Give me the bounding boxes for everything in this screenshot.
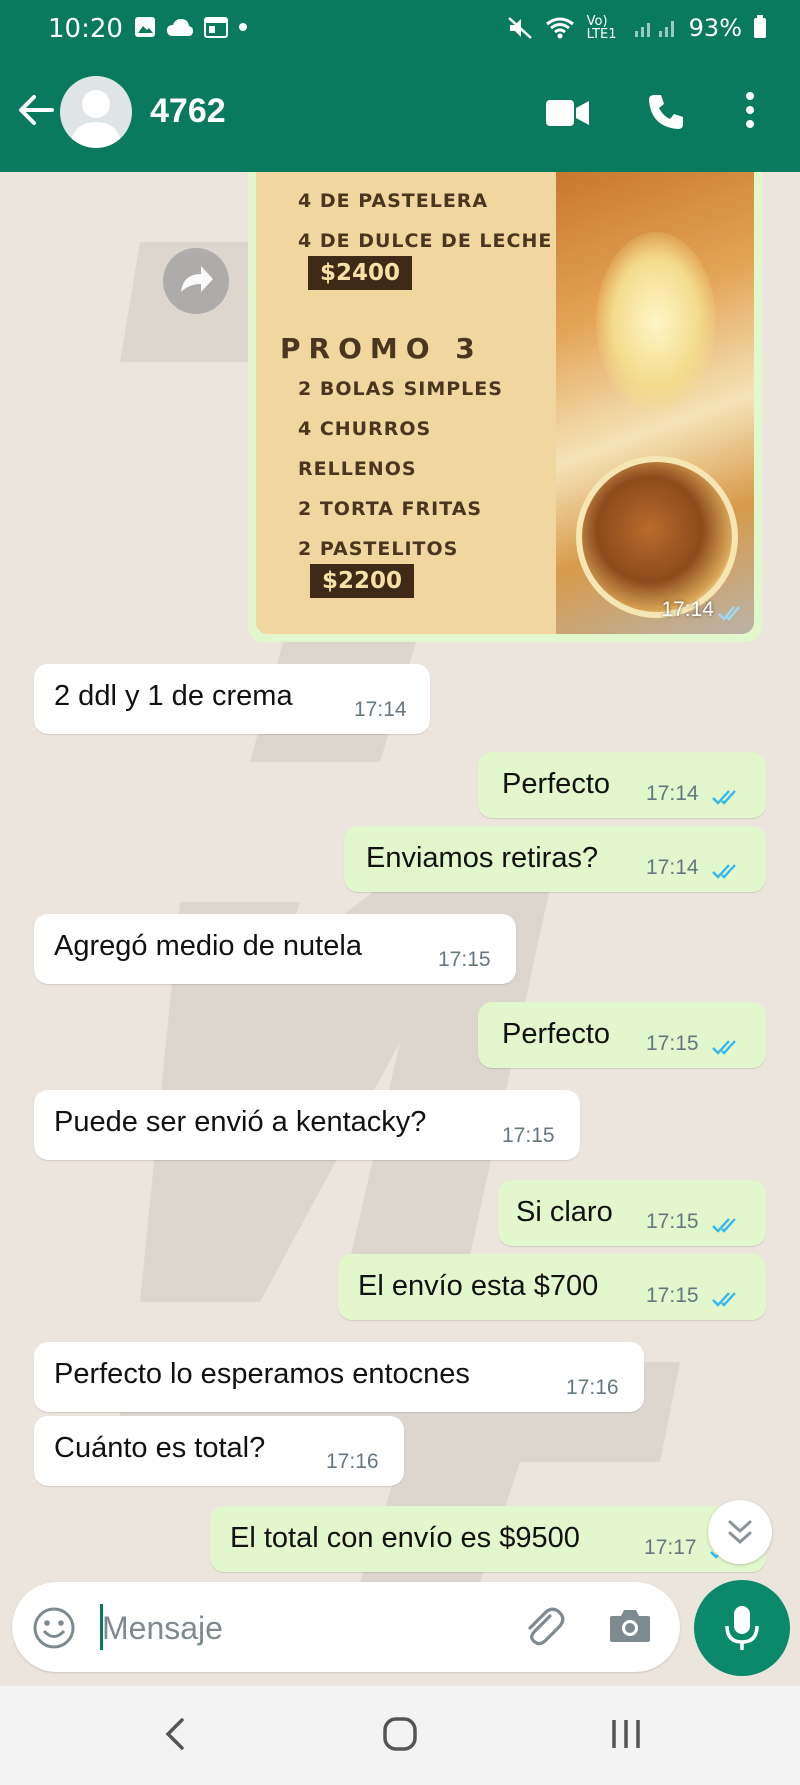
message-text: El total con envío es $9500 (230, 1522, 580, 1554)
promo-line: 2 BOLAS SIMPLES (298, 378, 503, 400)
message-text: 2 ddl y 1 de crema (54, 680, 293, 712)
message-time: 17:14 (646, 782, 699, 805)
read-ticks-icon (718, 606, 740, 621)
message-time: 17:14 (661, 598, 714, 621)
image-message[interactable]: 4 DE PASTELERA 4 DE DULCE DE LECHE $2400… (248, 172, 762, 642)
message-time: 17:15 (438, 948, 491, 971)
message-incoming[interactable]: Cuánto es total? 17:16 (34, 1416, 404, 1486)
read-ticks-icon (712, 1040, 736, 1055)
nav-back-icon[interactable] (160, 1714, 190, 1754)
promo-line: 2 TORTA FRITAS (298, 498, 483, 520)
dot-icon (239, 23, 247, 31)
contact-name[interactable]: 4762 (150, 92, 226, 131)
message-text: Perfecto (502, 1018, 610, 1050)
message-text: Perfecto (502, 768, 610, 800)
status-bar: 10:20 Vo) LTE1 93% (0, 0, 800, 62)
nav-home-icon[interactable] (380, 1714, 420, 1754)
message-outgoing[interactable]: Perfecto 17:15 (478, 1002, 766, 1068)
message-text: El envío esta $700 (358, 1270, 599, 1302)
message-incoming[interactable]: Perfecto lo esperamos entocnes 17:16 (34, 1342, 644, 1412)
message-compose-bar (12, 1582, 680, 1672)
message-outgoing[interactable]: El envío esta $700 17:15 (338, 1254, 766, 1320)
chat-header: 4762 (0, 62, 800, 172)
message-outgoing[interactable]: Perfecto 17:14 (478, 752, 766, 818)
voice-message-button[interactable] (694, 1580, 790, 1676)
message-time: 17:16 (326, 1450, 379, 1473)
promo-image[interactable]: 4 DE PASTELERA 4 DE DULCE DE LECHE $2400… (256, 172, 754, 634)
message-time: 17:15 (646, 1032, 699, 1055)
message-text: Agregó medio de nutela (54, 930, 362, 962)
message-time: 17:14 (646, 856, 699, 879)
price-tag: $2400 (308, 256, 413, 290)
chat-area[interactable]: 4 DE PASTELERA 4 DE DULCE DE LECHE $2400… (0, 172, 800, 1584)
voice-call-icon[interactable] (646, 92, 686, 132)
forward-button[interactable] (163, 248, 229, 314)
promo-line: 4 DE DULCE DE LECHE (298, 230, 553, 252)
message-time: 17:15 (646, 1284, 699, 1307)
battery-percent: 93% (688, 14, 742, 42)
gallery-icon (135, 17, 155, 37)
price-tag: $2200 (310, 564, 415, 598)
microphone-icon (725, 1606, 759, 1650)
read-ticks-icon (712, 790, 736, 805)
message-incoming[interactable]: 2 ddl y 1 de crema 17:14 (34, 664, 430, 734)
message-outgoing[interactable]: El total con envío es $9500 17:17 (210, 1506, 766, 1572)
promo-title: PROMO 3 (280, 332, 483, 365)
promo-line: 4 CHURROS (298, 418, 432, 440)
signal-icon (634, 21, 674, 37)
mute-icon (507, 17, 532, 39)
avatar[interactable] (60, 76, 132, 148)
attach-icon[interactable] (520, 1604, 566, 1650)
promo-line: RELLENOS (298, 458, 417, 480)
message-incoming[interactable]: Puede ser envió a kentacky? 17:15 (34, 1090, 580, 1160)
nav-recent-apps-icon[interactable] (608, 1716, 644, 1752)
video-call-icon[interactable] (546, 98, 590, 128)
message-input[interactable] (100, 1602, 514, 1654)
read-ticks-icon (712, 864, 736, 879)
status-time: 10:20 (48, 14, 123, 44)
message-time: 17:16 (566, 1376, 619, 1399)
message-text: Si claro (516, 1196, 613, 1228)
promo-line: 2 PASTELITOS (298, 538, 459, 560)
network-type: Vo) LTE1 (586, 14, 617, 42)
calendar-icon (204, 17, 228, 38)
forward-icon (181, 266, 213, 292)
scroll-to-bottom-button[interactable] (708, 1500, 772, 1564)
message-text: Puede ser envió a kentacky? (54, 1106, 427, 1138)
camera-icon[interactable] (608, 1606, 652, 1646)
system-nav-bar (0, 1686, 800, 1785)
read-ticks-icon (712, 1292, 736, 1307)
text-cursor (100, 1604, 103, 1650)
more-options-icon[interactable] (742, 90, 758, 130)
message-outgoing[interactable]: Enviamos retiras? 17:14 (344, 826, 766, 892)
message-time: 17:15 (502, 1124, 555, 1147)
message-incoming[interactable]: Agregó medio de nutela 17:15 (34, 914, 516, 984)
read-ticks-icon (712, 1218, 736, 1233)
battery-icon (754, 15, 766, 38)
message-outgoing[interactable]: Si claro 17:15 (498, 1180, 766, 1246)
message-text: Enviamos retiras? (366, 842, 599, 874)
message-time: 17:15 (646, 1210, 699, 1233)
double-chevron-down-icon (728, 1520, 752, 1545)
message-time: 17:17 (644, 1536, 697, 1559)
message-text: Perfecto lo esperamos entocnes (54, 1358, 470, 1390)
emoji-icon[interactable] (32, 1606, 76, 1650)
default-avatar-icon (70, 90, 122, 148)
promo-line: 4 DE PASTELERA (298, 190, 489, 212)
message-time: 17:14 (354, 698, 407, 721)
cloud-icon (167, 19, 193, 36)
churros-photo (576, 456, 738, 618)
back-arrow-icon[interactable] (16, 90, 56, 130)
wifi-icon (545, 17, 574, 39)
message-text: Cuánto es total? (54, 1432, 266, 1464)
